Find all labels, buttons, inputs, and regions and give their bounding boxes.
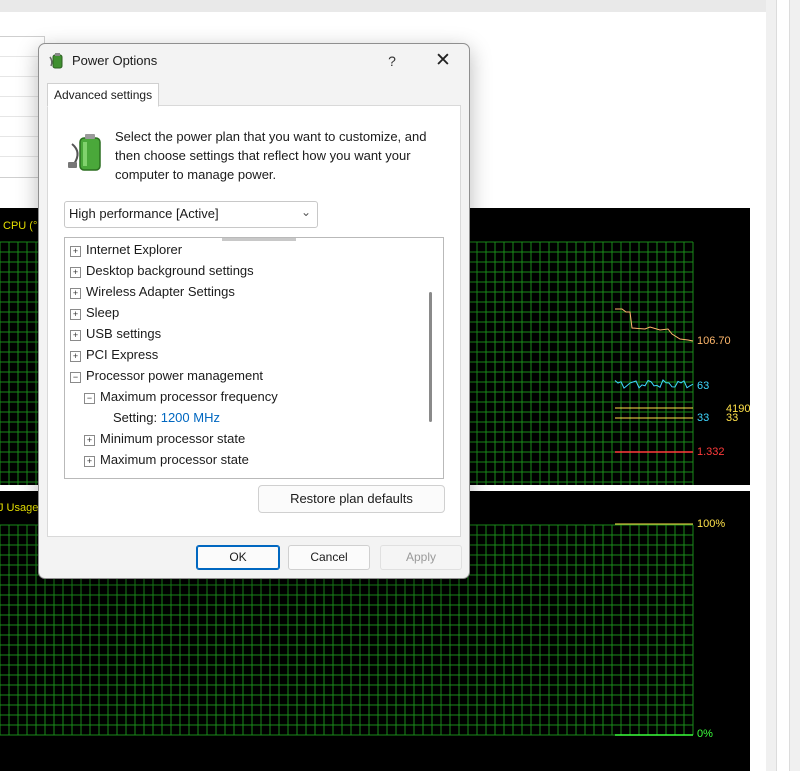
expand-icon[interactable]: + xyxy=(84,456,95,467)
scrollbar-track[interactable] xyxy=(766,0,800,771)
tree-scrollbar[interactable] xyxy=(429,292,432,422)
chevron-down-icon: ⌄ xyxy=(300,205,311,219)
tree-item[interactable]: + PCI Express xyxy=(70,344,158,365)
cpu-reading: 33 xyxy=(697,412,710,424)
power-options-icon xyxy=(49,53,63,69)
expand-icon[interactable]: + xyxy=(70,309,81,320)
setting-label: Setting: xyxy=(113,410,158,425)
tree-item-label: PCI Express xyxy=(86,347,159,362)
setting-row[interactable]: Setting: 1200 MHz xyxy=(113,407,220,428)
cpu-reading: 106.70 xyxy=(697,335,731,347)
tree-item[interactable]: + Internet Explorer xyxy=(70,239,182,260)
tree-item[interactable]: + Minimum processor state xyxy=(84,428,245,449)
scrollbar-thumb[interactable] xyxy=(776,0,790,771)
cpu-reading: 33 xyxy=(726,412,739,424)
gpu-reading-top: 100% xyxy=(697,518,726,530)
intro-text: Select the power plan that you want to c… xyxy=(115,129,427,182)
tab-advanced-settings[interactable]: Advanced settings xyxy=(47,83,160,107)
cancel-button[interactable]: Cancel xyxy=(288,545,370,570)
tree-item-label: Maximum processor state xyxy=(100,452,249,467)
tree-item[interactable]: + Sleep xyxy=(70,302,119,323)
tree-item-label: Minimum processor state xyxy=(100,431,246,446)
tree-item-label: Sleep xyxy=(86,305,120,320)
tree-scroll-indicator xyxy=(222,238,296,241)
cpu-graph-label: CPU (° xyxy=(3,220,38,232)
tree-item-label: Desktop background settings xyxy=(86,263,254,278)
expand-icon[interactable]: + xyxy=(70,267,81,278)
cpu-reading: 1.332 xyxy=(697,446,725,458)
collapse-icon[interactable]: − xyxy=(70,372,81,383)
tree-item-label: Processor power management xyxy=(86,368,264,383)
power-options-dialog: Power Options ? ✕ Advanced settings Sele… xyxy=(38,43,470,579)
tree-item[interactable]: − Maximum processor frequency xyxy=(84,386,278,407)
expand-icon[interactable]: + xyxy=(70,246,81,257)
tree-item-label: Wireless Adapter Settings xyxy=(86,284,235,299)
advanced-settings-panel: Select the power plan that you want to c… xyxy=(47,105,461,537)
gpu-graph-label: J Usage xyxy=(0,502,39,514)
close-button[interactable]: ✕ xyxy=(428,48,458,74)
battery-icon xyxy=(68,134,101,171)
tree-item[interactable]: + Maximum processor state xyxy=(84,449,249,470)
temperature-trace xyxy=(615,308,694,342)
tree-item[interactable]: + Wireless Adapter Settings xyxy=(70,281,235,302)
expand-icon[interactable]: + xyxy=(70,330,81,341)
power-plan-value: High performance [Active] xyxy=(69,206,219,221)
tree-item-label: Internet Explorer xyxy=(86,242,183,257)
expand-icon[interactable]: + xyxy=(70,351,81,362)
tree-item[interactable]: + Desktop background settings xyxy=(70,260,254,281)
gpu-reading-bottom: 0% xyxy=(697,728,713,740)
tree-item[interactable]: − Processor power management xyxy=(70,365,263,386)
power-plan-select[interactable]: High performance [Active] ⌄ xyxy=(64,201,318,228)
collapse-icon[interactable]: − xyxy=(84,393,95,404)
apply-button[interactable]: Apply xyxy=(380,545,462,570)
restore-plan-defaults-button[interactable]: Restore plan defaults xyxy=(258,485,445,513)
title-bar[interactable]: Power Options ? ✕ xyxy=(39,44,469,78)
tree-item[interactable]: + USB settings xyxy=(70,323,161,344)
window-top-strip xyxy=(0,0,800,12)
tree-item-label: Maximum processor frequency xyxy=(100,389,278,404)
setting-value-link[interactable]: 1200 MHz xyxy=(161,410,220,425)
ok-button[interactable]: OK xyxy=(196,545,280,570)
settings-tree[interactable]: + Internet Explorer + Desktop background s… xyxy=(64,237,444,479)
help-button[interactable]: ? xyxy=(378,48,406,74)
clock-trace xyxy=(614,379,694,389)
expand-icon[interactable]: + xyxy=(70,288,81,299)
dialog-title: Power Options xyxy=(72,53,158,68)
expand-icon[interactable]: + xyxy=(84,435,95,446)
cpu-reading: 63 xyxy=(697,380,710,392)
tree-item-label: USB settings xyxy=(86,326,162,341)
